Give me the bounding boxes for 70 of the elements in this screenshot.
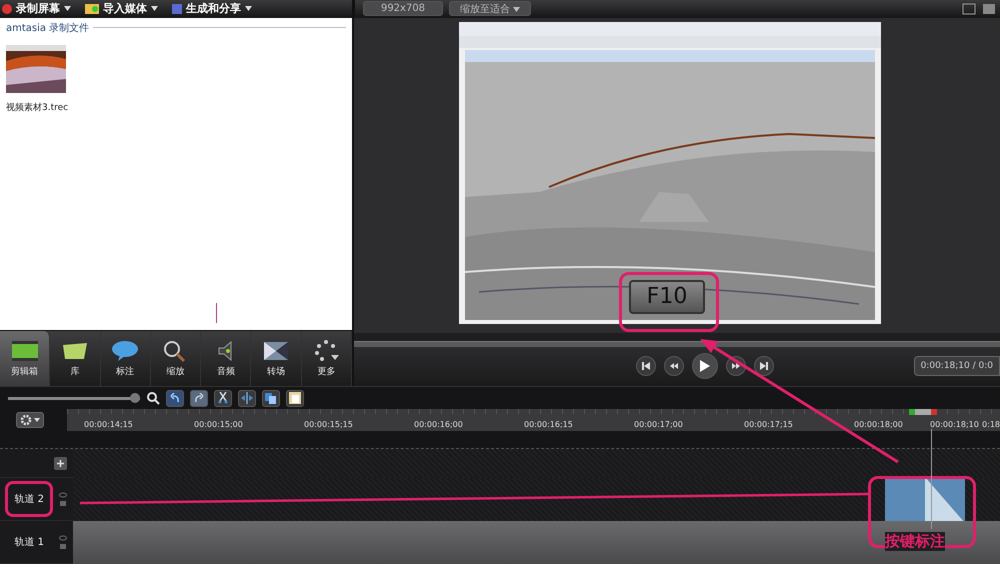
redo-button[interactable] — [190, 390, 208, 406]
caret-icon — [513, 7, 520, 12]
caret-icon — [151, 6, 158, 12]
rewind-icon — [669, 361, 679, 372]
split-button[interactable] — [238, 390, 256, 406]
clipboard-icon — [289, 392, 301, 404]
detach-icon[interactable] — [962, 2, 976, 15]
keystroke-callout: F10 — [629, 280, 705, 314]
play-button[interactable] — [692, 353, 718, 380]
time-label: 00:00:17;00 — [634, 420, 683, 429]
eye-lock-icon[interactable] — [59, 534, 67, 550]
copy-icon — [265, 392, 277, 404]
copy-button[interactable] — [262, 390, 280, 406]
paste-button[interactable] — [286, 390, 304, 406]
track-name: 轨道 1 — [13, 536, 45, 550]
dimensions-dropdown[interactable]: 992x708 — [363, 1, 443, 16]
tab[interactable]: 库 — [50, 331, 101, 386]
cut-button[interactable] — [214, 390, 232, 406]
caret-icon — [64, 6, 71, 12]
time-label: 0:18 — [982, 420, 1000, 429]
skip-back-icon — [641, 361, 651, 372]
time-display: 0:00:18;10 / 0:0 — [914, 356, 1000, 376]
skip-forward-button[interactable] — [754, 356, 774, 376]
redo-icon — [194, 393, 204, 403]
split-icon — [241, 392, 253, 404]
undo-icon — [170, 393, 180, 403]
timeline-ruler[interactable]: 00:00:14;15 00:00:15;00 00:00:15;15 00:00:16;00 00:00:16;15 00:00:17;00 00:00:17;15 00:00:18;00 00:00:18;10 0:18 — [67, 409, 1000, 431]
tab[interactable]: 缩放 — [150, 331, 202, 386]
skip-back-button[interactable] — [636, 356, 656, 376]
clip-item[interactable]: 视频素材3.trec — [6, 44, 68, 114]
toolbar-button[interactable]: 录制屏幕 — [2, 1, 71, 16]
caret-icon — [34, 418, 40, 422]
time-label: 00:00:18;10 — [930, 420, 979, 429]
time-label: 00:00:14;15 — [84, 420, 133, 429]
tab[interactable]: 转场 — [251, 331, 302, 386]
search-icon[interactable] — [146, 391, 160, 405]
time-label: 00:00:16;00 — [414, 420, 463, 429]
callout-clip[interactable] — [885, 477, 965, 523]
time-label: 00:00:15;00 — [194, 420, 243, 429]
undo-button[interactable] — [166, 390, 184, 406]
fast-forward-icon — [731, 361, 741, 372]
caret-icon — [245, 6, 252, 12]
scissors-icon — [218, 392, 228, 404]
scrub-bar[interactable] — [354, 340, 1000, 347]
folder-icon — [85, 4, 99, 14]
annotation-caption: 按键标注 — [885, 532, 945, 551]
speech-bubble-icon — [110, 339, 140, 363]
time-label: 00:00:18;00 — [854, 420, 903, 429]
track-name: 轨道 2 — [5, 481, 53, 517]
time-label: 00:00:17;15 — [744, 420, 793, 429]
toolbar-button[interactable]: 导入媒体 — [85, 1, 158, 16]
tab[interactable]: 更多 — [302, 331, 352, 386]
add-track-button[interactable] — [54, 456, 67, 470]
bin-heading: amtasia 录制文件 — [6, 22, 90, 35]
tab[interactable]: 标注 — [100, 331, 151, 386]
zoom-dropdown[interactable]: 缩放至适合 — [449, 1, 532, 16]
rewind-button[interactable] — [664, 356, 684, 376]
tab[interactable]: 音频 — [201, 331, 252, 386]
time-label: 00:00:15;15 — [304, 420, 353, 429]
record-icon — [2, 4, 12, 14]
fullscreen-icon[interactable] — [982, 2, 996, 15]
skip-forward-icon — [759, 361, 769, 372]
time-label: 00:00:16;15 — [524, 420, 573, 429]
eye-lock-icon[interactable] — [59, 491, 67, 507]
tab[interactable]: 剪辑箱 — [0, 331, 50, 386]
toolbar-button[interactable]: 生成和分享 — [172, 1, 252, 16]
settings-icon — [20, 414, 32, 426]
settings-button[interactable] — [16, 412, 44, 428]
play-icon — [699, 359, 711, 374]
plus-icon — [57, 460, 64, 466]
